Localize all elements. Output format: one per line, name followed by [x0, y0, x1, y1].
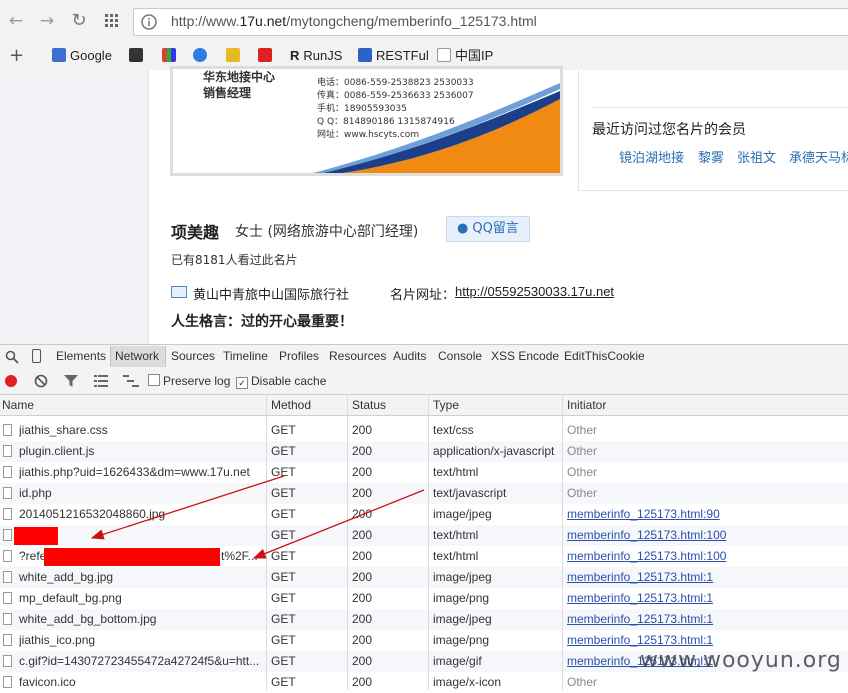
annotation-arrows [90, 475, 425, 559]
annotation-arrow [252, 489, 425, 559]
annotation-arrow [90, 475, 285, 540]
watermark: www.wooyun.org [640, 648, 842, 673]
